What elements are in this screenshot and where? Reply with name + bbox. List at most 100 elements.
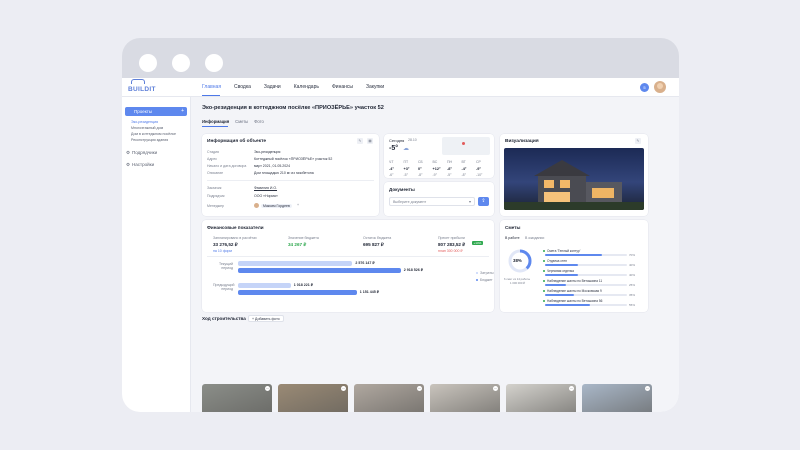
weather-date: 28.10: [408, 138, 417, 142]
estimate-progress-fill: [545, 294, 574, 296]
info-label: Подрядчик: [207, 194, 225, 198]
estimate-percent: 25%: [628, 283, 635, 287]
sidebar-subitem[interactable]: Дом в коттеджном посёлке: [131, 132, 176, 136]
info-label: Адрес: [207, 157, 218, 161]
legend-label: Затраты: [480, 271, 494, 275]
progress-photo[interactable]: ⋯20.05.2021: [202, 384, 272, 412]
document-select[interactable]: Выберите документ ▾: [389, 197, 475, 206]
weather-temp: -5°: [389, 145, 399, 152]
info-label: Заказчик: [207, 186, 222, 190]
donut-caption: 1 000 000 ₽: [510, 281, 525, 285]
nav-item-home[interactable]: Главная: [202, 84, 221, 90]
select-placeholder: Выберите документ: [393, 200, 427, 204]
sidebar-subitem[interactable]: Многоэтажный дом: [131, 126, 163, 130]
forecast-tday: -8°: [447, 167, 452, 171]
sidebar-subitem[interactable]: Эко-резиденция: [131, 120, 158, 124]
metric-sub[interactable]: на 10 форм: [213, 249, 232, 253]
top-bar: BUILDIT Главная Сводка Задачи Календарь …: [122, 78, 679, 97]
logo-roof-icon: [131, 79, 145, 84]
nav-item-purchases[interactable]: Закупки: [366, 84, 384, 90]
photo-menu-icon[interactable]: ⋯: [493, 386, 498, 391]
progress-photo[interactable]: ⋯20.05.2021: [430, 384, 500, 412]
photo-menu-icon[interactable]: ⋯: [645, 386, 650, 391]
card-title: Документы: [389, 187, 415, 192]
project-tabs: Информация Сметы Фото: [202, 119, 264, 124]
metric-value: 34 267 ₽: [288, 242, 307, 247]
status-dot-icon: [543, 290, 545, 292]
gear-icon: ⚙: [126, 162, 131, 167]
add-photo-button[interactable]: + Добавить фото: [248, 315, 284, 322]
contractors-icon: ⚙: [126, 150, 131, 155]
info-value: Дом площадью 210 м² из газобетона: [254, 171, 314, 175]
photo-menu-icon[interactable]: ⋯: [341, 386, 346, 391]
estimate-percent: 70%: [628, 253, 635, 257]
progress-photo[interactable]: ⋯20.05.2021: [278, 384, 348, 412]
estimate-name: Отделка стен: [547, 259, 567, 263]
upload-button[interactable]: ⇪: [478, 197, 489, 206]
card-title: Сметы: [505, 225, 521, 230]
card-title: Финансовые показатели: [207, 225, 264, 230]
status-dot-icon: [543, 260, 545, 262]
tab-in-progress[interactable]: В работе: [505, 236, 520, 240]
estimate-name: Наблюдение шахты по Московская 9: [547, 289, 602, 293]
donut-percent: 38%: [513, 258, 522, 263]
manager-chip[interactable]: Максим Гордеев: [261, 204, 292, 208]
tab-pending[interactable]: В ожидании: [525, 236, 544, 240]
tab-estimates[interactable]: Сметы: [235, 119, 248, 124]
metric-label: Остаток бюджета: [363, 236, 392, 240]
estimate-progress: [545, 264, 627, 266]
estimate-percent: 55%: [628, 303, 635, 307]
sidebar-item-projects[interactable]: Проекты +: [125, 107, 187, 116]
logo[interactable]: BUILDIT: [128, 86, 156, 93]
weather-card: Сегодня 28.10 -5° ☁ ЧТ -4° -6° ПТ +3° -5° СБ 0°…: [384, 134, 494, 178]
info-value: март 2021, 01.05.2024: [254, 164, 291, 168]
forecast-day: ЧТ: [389, 160, 394, 164]
window-dot: [172, 54, 190, 72]
progress-photo[interactable]: ⋯20.05.2021: [582, 384, 652, 412]
house-render-image[interactable]: [504, 148, 644, 210]
tab-active-indicator: [202, 126, 228, 127]
forecast-day: ВТ: [461, 160, 466, 164]
estimate-percent: 35%: [628, 293, 635, 297]
edit-icon[interactable]: ✎: [357, 138, 363, 144]
info-label: Менеджер: [207, 204, 224, 208]
info-value-link[interactable]: Фамилия И.О.: [254, 186, 277, 190]
nav-item-tasks[interactable]: Задачи: [264, 84, 281, 90]
nav-item-summary[interactable]: Сводка: [234, 84, 251, 90]
bar-value-label: 1 018 221 ₽: [293, 283, 314, 287]
calendar-icon[interactable]: ▦: [367, 138, 373, 144]
forecast-day: ВС: [432, 160, 438, 164]
notifications-badge[interactable]: 5: [640, 83, 649, 92]
legend-swatch: [476, 279, 478, 281]
sidebar-item-label: Настройки: [132, 162, 155, 167]
metric-label: Запланировано в расчётах: [213, 236, 257, 240]
app: BUILDIT Главная Сводка Задачи Календарь …: [122, 78, 679, 412]
user-avatar[interactable]: [654, 81, 666, 93]
sidebar-subitem[interactable]: Реконструкция здания: [131, 138, 168, 142]
weather-today-label: Сегодня: [389, 138, 405, 143]
sidebar-item-settings[interactable]: ⚙ Настройки: [126, 162, 154, 168]
nav-item-finance[interactable]: Финансы: [332, 84, 353, 90]
tab-info[interactable]: Информация: [202, 119, 229, 124]
photo-menu-icon[interactable]: ⋯: [569, 386, 574, 391]
estimate-progress: [545, 294, 627, 296]
finance-card: Финансовые показатели Запланировано в ра…: [202, 220, 494, 312]
estimate-progress: [545, 274, 627, 276]
map-thumbnail[interactable]: [442, 137, 490, 155]
tab-photos[interactable]: Фото: [254, 119, 264, 124]
progress-photo[interactable]: ⋯20.05.2021: [354, 384, 424, 412]
bar-value-label: 2 918 526 ₽: [403, 268, 424, 272]
sidebar-item-contractors[interactable]: ⚙ Подрядчики: [126, 150, 157, 156]
actual-bar: [238, 290, 357, 295]
progress-photo[interactable]: ⋯20.05.2021: [506, 384, 576, 412]
status-dot-icon: [543, 300, 545, 302]
forecast-tnight: -5°: [447, 173, 452, 177]
photo-menu-icon[interactable]: ⋯: [265, 386, 270, 391]
edit-icon[interactable]: ✎: [635, 138, 641, 144]
add-project-icon[interactable]: +: [181, 107, 184, 116]
photo-menu-icon[interactable]: ⋯: [417, 386, 422, 391]
nav-item-calendar[interactable]: Календарь: [294, 84, 319, 90]
add-manager-icon[interactable]: +: [297, 203, 299, 207]
info-value: Коттеджный посёлок «ПРИОЗЁРЬЕ» участок 5…: [254, 157, 333, 161]
forecast-tday: 0°: [418, 167, 422, 171]
